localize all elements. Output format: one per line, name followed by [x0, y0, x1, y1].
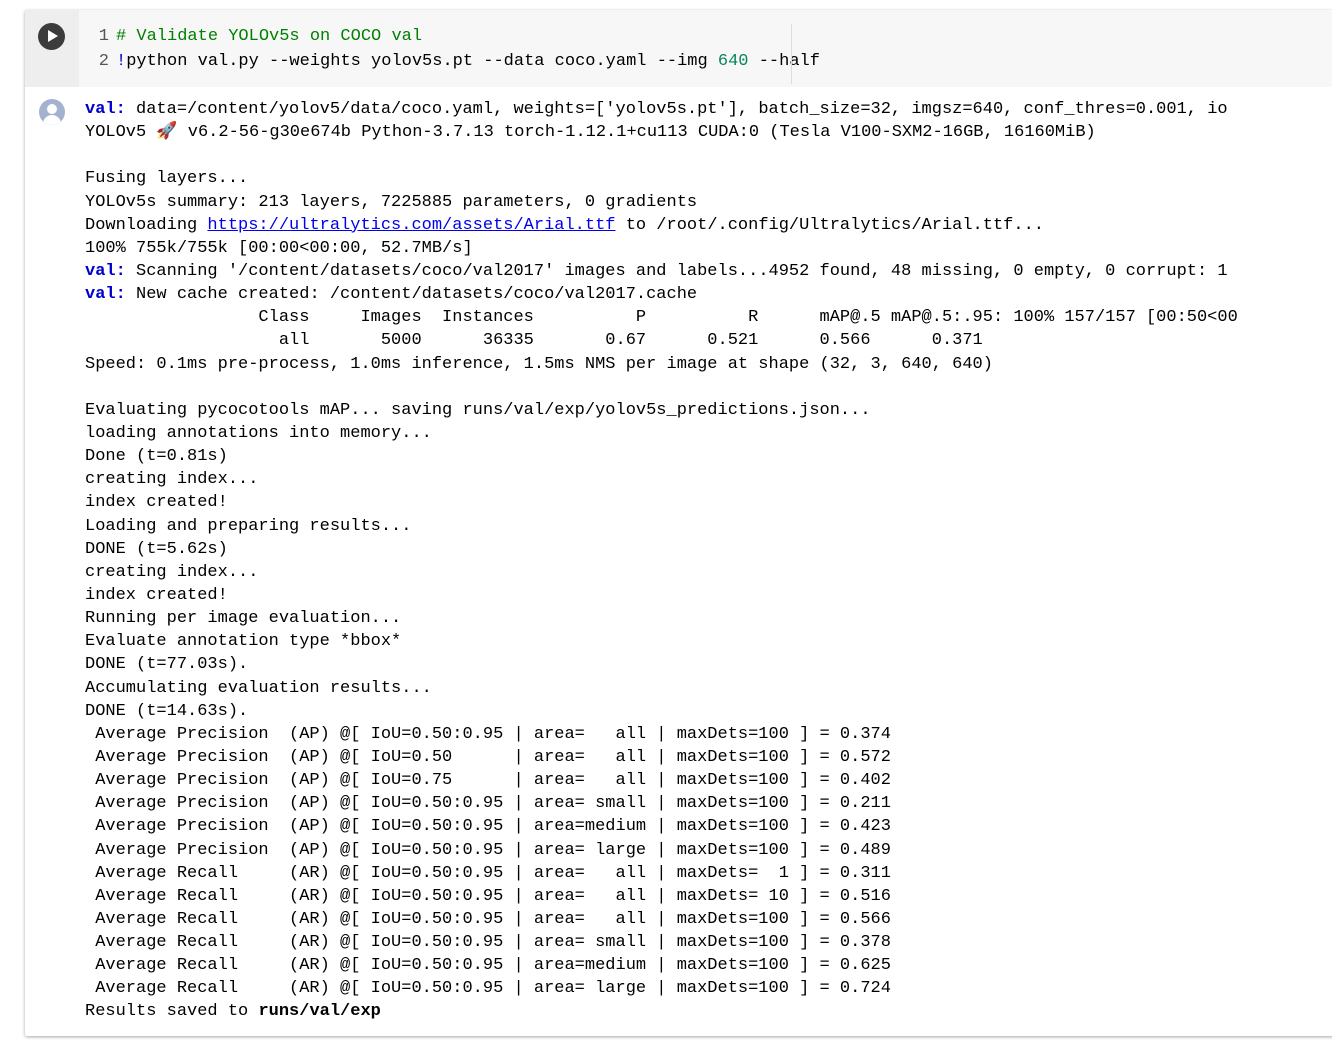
line-number: 2	[98, 52, 109, 71]
cell-gutter	[25, 10, 79, 87]
output-line: YOLOv5 🚀 v6.2-56-g30e674b Python-3.7.13 …	[85, 123, 1096, 143]
results-path: runs/val/exp	[258, 1002, 381, 1022]
metric-line: Average Precision (AP) @[ IoU=0.50:0.95 …	[85, 840, 891, 860]
output-line: val: New cache created: /content/dataset…	[85, 283, 1238, 306]
output-line: Downloading https://ultralytics.com/asse…	[85, 214, 1238, 237]
cell-input[interactable]: 1 # Validate YOLOv5s on COCO val 2 !python …	[25, 10, 1332, 87]
log-line: Accumulating evaluation results...	[85, 678, 432, 698]
cell-output: val: data=/content/yolov5/data/coco.yaml…	[25, 87, 1332, 1036]
log-line: DONE (t=5.62s)	[85, 539, 228, 559]
download-link[interactable]: https://ultralytics.com/assets/Arial.ttf	[207, 216, 615, 235]
metric-line: Average Precision (AP) @[ IoU=0.50:0.95 …	[85, 817, 891, 837]
metric-line: Average Precision (AP) @[ IoU=0.50:0.95 …	[85, 794, 891, 814]
output-line: YOLOv5s summary: 213 layers, 7225885 par…	[85, 192, 698, 212]
output-line: 100% 755k/755k [00:00<00:00, 52.7MB/s]	[85, 238, 473, 258]
scanning-text: Scanning '/content/datasets/coco/val2017…	[125, 261, 1228, 281]
code-line-1: 1 # Validate YOLOv5s on COCO val	[87, 24, 820, 49]
metric-lines: Average Precision (AP) @[ IoU=0.50:0.95 …	[85, 723, 1238, 1001]
cache-text: New cache created: /content/datasets/coc…	[125, 285, 698, 305]
code-comment: # Validate YOLOv5s on COCO val	[116, 27, 423, 46]
results-table-header: Class Images Instances P R mAP@.5 mAP@.5…	[85, 308, 1238, 328]
metric-line: Average Recall (AR) @[ IoU=0.50:0.95 | a…	[85, 909, 891, 929]
shell-command-tail: --half	[748, 52, 820, 71]
output-line: Fusing layers...	[85, 169, 249, 189]
metric-line: Average Precision (AP) @[ IoU=0.50:0.95 …	[85, 724, 891, 744]
val-prefix: val:	[85, 285, 126, 305]
output-line: val: data=/content/yolov5/data/coco.yaml…	[85, 98, 1238, 121]
shell-bang: !	[116, 52, 127, 71]
metric-line: Average Precision (AP) @[ IoU=0.50 | are…	[85, 747, 891, 767]
log-line: creating index...	[85, 470, 259, 490]
log-line: index created!	[85, 493, 228, 513]
metric-line: Average Recall (AR) @[ IoU=0.50:0.95 | a…	[85, 886, 891, 906]
log-line: creating index...	[85, 562, 259, 582]
metric-line: Average Precision (AP) @[ IoU=0.75 | are…	[85, 771, 891, 791]
download-text: Downloading	[85, 215, 208, 235]
log-lines: Evaluating pycocotools mAP... saving run…	[85, 399, 1238, 723]
log-line: Running per image evaluation...	[85, 609, 402, 629]
metric-line: Average Recall (AR) @[ IoU=0.50:0.95 | a…	[85, 863, 891, 883]
output-avatar-icon	[39, 99, 65, 125]
log-line: Done (t=0.81s)	[85, 447, 228, 467]
download-text: to /root/.config/Ultralytics/Arial.ttf..…	[615, 215, 1044, 235]
code-editor[interactable]: 1 # Validate YOLOv5s on COCO val 2 !python …	[87, 24, 820, 74]
output-line: Speed: 0.1ms pre-process, 1.0ms inferenc…	[85, 354, 993, 374]
log-line: Loading and preparing results...	[85, 516, 412, 536]
output-line: val: Scanning '/content/datasets/coco/va…	[85, 260, 1238, 283]
val-prefix: val:	[85, 100, 126, 119]
log-line: Evaluate annotation type *bbox*	[85, 632, 402, 652]
results-text: Results saved to	[85, 1002, 259, 1022]
code-line-2: 2 !python val.py --weights yolov5s.pt --d…	[87, 49, 820, 74]
log-line: DONE (t=77.03s).	[85, 655, 249, 675]
run-cell-button[interactable]	[38, 23, 65, 50]
results-table-row: all 5000 36335 0.67 0.521 0.566 0.371	[85, 331, 983, 351]
img-size-number: 640	[717, 52, 749, 71]
log-line: index created!	[85, 585, 228, 605]
metric-line: Average Recall (AR) @[ IoU=0.50:0.95 | a…	[85, 933, 891, 953]
output-text: val: data=/content/yolov5/data/coco.yaml…	[85, 98, 1238, 1024]
log-line: DONE (t=14.63s).	[85, 701, 249, 721]
metric-line: Average Recall (AR) @[ IoU=0.50:0.95 | a…	[85, 979, 891, 999]
code-cell: 1 # Validate YOLOv5s on COCO val 2 !python …	[25, 10, 1332, 1036]
output-line: Results saved to runs/val/exp	[85, 1000, 1238, 1023]
shell-command: python val.py --weights yolov5s.pt --dat…	[126, 52, 718, 71]
editor-ruler	[791, 24, 792, 84]
line-number: 1	[98, 27, 109, 46]
log-line: Evaluating pycocotools mAP... saving run…	[85, 400, 871, 420]
val-prefix: val:	[85, 261, 126, 281]
args-text: data=/content/yolov5/data/coco.yaml, wei…	[125, 100, 1228, 119]
log-line: loading annotations into memory...	[85, 423, 432, 443]
metric-line: Average Recall (AR) @[ IoU=0.50:0.95 | a…	[85, 956, 891, 976]
